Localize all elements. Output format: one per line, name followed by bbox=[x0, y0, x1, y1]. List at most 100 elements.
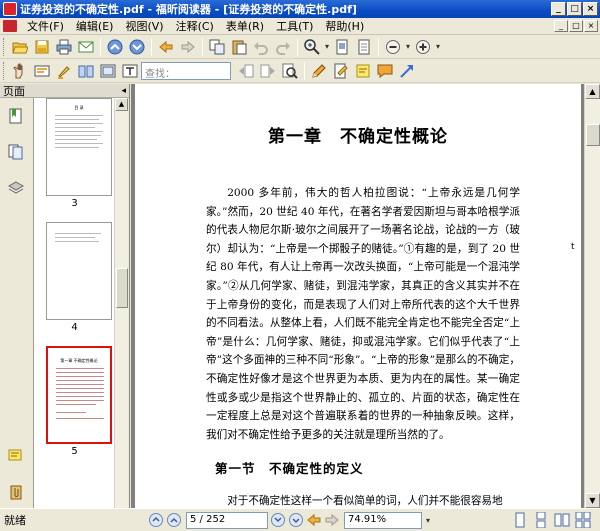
last-page-button[interactable] bbox=[288, 512, 304, 528]
arrow-left-icon bbox=[307, 513, 321, 527]
redo-button[interactable] bbox=[272, 37, 293, 57]
find-previous-button[interactable] bbox=[235, 61, 256, 81]
scroll-up-arrow[interactable]: ▲ bbox=[115, 98, 128, 111]
find-input[interactable]: 查找： bbox=[141, 61, 231, 80]
maximize-button[interactable]: □ bbox=[567, 2, 582, 16]
thumbnail-scrollbar[interactable]: ▲ bbox=[114, 98, 128, 508]
previous-page-nav-button[interactable] bbox=[166, 512, 182, 528]
thumbnail-heading: 目 录 bbox=[74, 105, 84, 110]
undo-button[interactable] bbox=[250, 37, 271, 57]
chapter-title: 第一章 不确定性概论 bbox=[268, 127, 448, 147]
bookmark-tool-button[interactable] bbox=[75, 61, 96, 81]
zoom-level-field[interactable]: 74.91% bbox=[344, 511, 422, 529]
stamp-button[interactable] bbox=[352, 61, 373, 81]
body-text: 2000 多年前，伟大的哲人柏拉图说：“上帝永远是几何学家。”然而，20 世纪 … bbox=[206, 184, 520, 444]
scroll-up-arrow[interactable]: ▲ bbox=[585, 84, 600, 99]
first-page-icon bbox=[149, 513, 163, 527]
undo-icon bbox=[253, 41, 268, 55]
facing-view-button[interactable] bbox=[553, 512, 571, 528]
paste-button[interactable] bbox=[228, 37, 249, 57]
actual-size-button[interactable] bbox=[331, 37, 352, 57]
title-bar: 证券投资的不确定性.pdf - 福昕阅读器 - [证券投资的不确定性.pdf] … bbox=[0, 0, 600, 18]
menu-help[interactable]: 帮助(H) bbox=[319, 18, 370, 34]
doc-restore-button[interactable]: □ bbox=[569, 20, 583, 32]
continuous-facing-icon bbox=[575, 512, 591, 528]
menu-tools[interactable]: 工具(T) bbox=[270, 18, 319, 34]
snapshot-button[interactable] bbox=[97, 61, 118, 81]
scroll-thumb[interactable] bbox=[586, 124, 600, 146]
email-button[interactable] bbox=[75, 37, 96, 57]
minimize-button[interactable]: _ bbox=[551, 2, 566, 16]
toolbar-separator bbox=[202, 37, 203, 56]
note-tool-button[interactable] bbox=[308, 61, 329, 81]
email-icon bbox=[78, 41, 93, 52]
zoom-out-button[interactable] bbox=[382, 37, 403, 57]
menu-form[interactable]: 表单(R) bbox=[220, 18, 270, 34]
zoom-in-button[interactable] bbox=[412, 37, 433, 57]
comment-icon bbox=[377, 64, 392, 78]
comment-button[interactable] bbox=[374, 61, 395, 81]
page-thumbnail-3[interactable]: 目 录 bbox=[46, 98, 112, 196]
document-scrollbar[interactable]: ▲ ▼ bbox=[584, 84, 600, 508]
collapse-panel-icon[interactable]: ◂ bbox=[121, 86, 126, 96]
go-forward-button[interactable] bbox=[177, 37, 198, 57]
find-next-button[interactable] bbox=[257, 61, 278, 81]
page-thumbnail-4[interactable] bbox=[46, 222, 112, 320]
forward-view-button[interactable] bbox=[324, 512, 340, 528]
fit-page-button[interactable] bbox=[353, 37, 374, 57]
edit-text-button[interactable] bbox=[330, 61, 351, 81]
menu-comment[interactable]: 注释(C) bbox=[170, 18, 220, 34]
hand-tool-button[interactable] bbox=[9, 61, 30, 81]
arrow-left-icon bbox=[158, 40, 172, 53]
pages-tab[interactable] bbox=[2, 138, 30, 166]
previous-page-button[interactable] bbox=[104, 37, 125, 57]
doc-close-button[interactable]: × bbox=[584, 20, 598, 32]
open-button[interactable] bbox=[9, 37, 30, 57]
attachments-tab[interactable] bbox=[2, 478, 30, 506]
status-bar: 就绪 5 / 252 74.91% ▾ bbox=[0, 508, 600, 531]
printer-icon bbox=[56, 39, 71, 54]
document-menu-icon[interactable] bbox=[3, 20, 17, 32]
continuous-facing-view-button[interactable] bbox=[574, 512, 592, 528]
back-view-button[interactable] bbox=[306, 512, 322, 528]
menu-file[interactable]: 文件(F) bbox=[21, 18, 70, 34]
toolbar-separator bbox=[378, 37, 379, 56]
zoom-tool-button[interactable] bbox=[301, 37, 322, 57]
toolbar-separator bbox=[151, 37, 152, 56]
chevron-down-icon[interactable]: ▾ bbox=[434, 42, 442, 51]
comments-tab[interactable] bbox=[2, 442, 30, 470]
highlighter-icon bbox=[57, 65, 70, 79]
layers-tab[interactable] bbox=[2, 174, 30, 202]
pages-icon bbox=[8, 144, 23, 160]
single-page-view-button[interactable] bbox=[511, 512, 529, 528]
copy-button[interactable] bbox=[206, 37, 227, 57]
toolbar-grip[interactable] bbox=[3, 37, 6, 56]
bookmarks-tab[interactable] bbox=[2, 102, 30, 130]
main-toolbar: ▾ ▾ ▾ bbox=[0, 35, 600, 59]
chevron-down-icon[interactable]: ▾ bbox=[424, 516, 432, 525]
highlight-button[interactable] bbox=[53, 61, 74, 81]
toolbar-separator bbox=[304, 61, 305, 80]
close-button[interactable]: × bbox=[583, 2, 598, 16]
page-number-field[interactable]: 5 / 252 bbox=[186, 511, 268, 529]
go-back-button[interactable] bbox=[155, 37, 176, 57]
page-thumbnail-5[interactable]: 第一章 不确定性概论 bbox=[46, 346, 112, 444]
scroll-down-arrow[interactable]: ▼ bbox=[585, 493, 600, 508]
typewriter-button[interactable] bbox=[119, 61, 140, 81]
doc-minimize-button[interactable]: _ bbox=[554, 20, 568, 32]
select-text-button[interactable] bbox=[31, 61, 52, 81]
next-page-button[interactable] bbox=[126, 37, 147, 57]
chevron-down-icon[interactable]: ▾ bbox=[323, 42, 331, 51]
scroll-thumb[interactable] bbox=[116, 268, 128, 308]
continuous-view-button[interactable] bbox=[532, 512, 550, 528]
toolbar-grip[interactable] bbox=[3, 61, 6, 80]
save-button[interactable] bbox=[31, 37, 52, 57]
arrow-tool-button[interactable] bbox=[396, 61, 417, 81]
print-button[interactable] bbox=[53, 37, 74, 57]
chevron-down-icon[interactable]: ▾ bbox=[404, 42, 412, 51]
next-page-nav-button[interactable] bbox=[270, 512, 286, 528]
menu-edit[interactable]: 编辑(E) bbox=[70, 18, 120, 34]
first-page-button[interactable] bbox=[148, 512, 164, 528]
search-document-button[interactable] bbox=[279, 61, 300, 81]
menu-view[interactable]: 视图(V) bbox=[119, 18, 169, 34]
